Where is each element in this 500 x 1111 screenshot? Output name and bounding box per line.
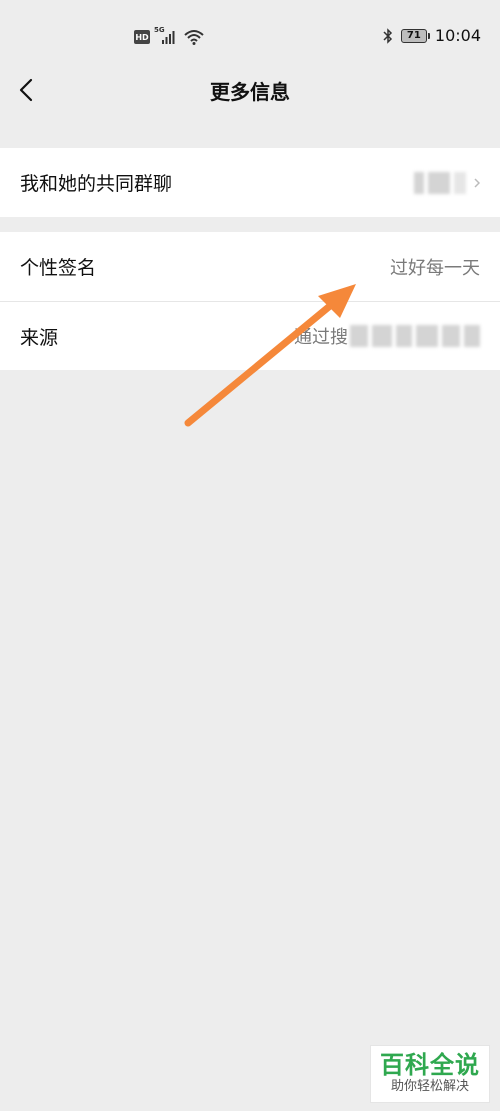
battery-icon: 71 (400, 28, 430, 43)
signature-value: 过好每一天 (390, 257, 480, 279)
chevron-right-icon (474, 177, 480, 188)
watermark-title: 百科全说 (380, 1051, 480, 1080)
source-value: 通过搜 (294, 323, 480, 349)
source-value-text: 通过搜 (294, 327, 348, 348)
common-groups-label: 我和她的共同群聊 (20, 173, 173, 195)
status-left-icons: HD 5G (134, 26, 204, 46)
clock: 10:04 (434, 26, 481, 45)
watermark-subtitle: 助你轻松解决 (390, 1078, 469, 1094)
signature-row: 个性签名 过好每一天 (0, 232, 500, 301)
source-label: 来源 (20, 326, 59, 349)
common-groups-value (414, 171, 480, 194)
source-row: 来源 通过搜 (0, 301, 500, 370)
blurred-content (350, 325, 480, 347)
page-title: 更多信息 (210, 80, 290, 104)
common-groups-section: 我和她的共同群聊 (0, 148, 500, 217)
status-right-icons: 71 10:04 (383, 26, 481, 45)
wifi-icon (184, 30, 204, 45)
common-groups-row[interactable]: 我和她的共同群聊 (0, 148, 500, 217)
status-bar: HD 5G 71 10:04 (0, 0, 500, 72)
blurred-content (414, 171, 466, 194)
bluetooth-icon (383, 27, 392, 44)
watermark-logo: 百科全说 助你轻松解决 (370, 1045, 490, 1103)
signal-5g-icon: 5G (154, 26, 180, 46)
battery-level: 71 (406, 30, 421, 41)
nav-bar: 更多信息 (0, 72, 500, 122)
signature-label: 个性签名 (20, 257, 97, 279)
hd-badge: HD (134, 30, 150, 44)
profile-info-section: 个性签名 过好每一天 来源 通过搜 (0, 232, 500, 370)
